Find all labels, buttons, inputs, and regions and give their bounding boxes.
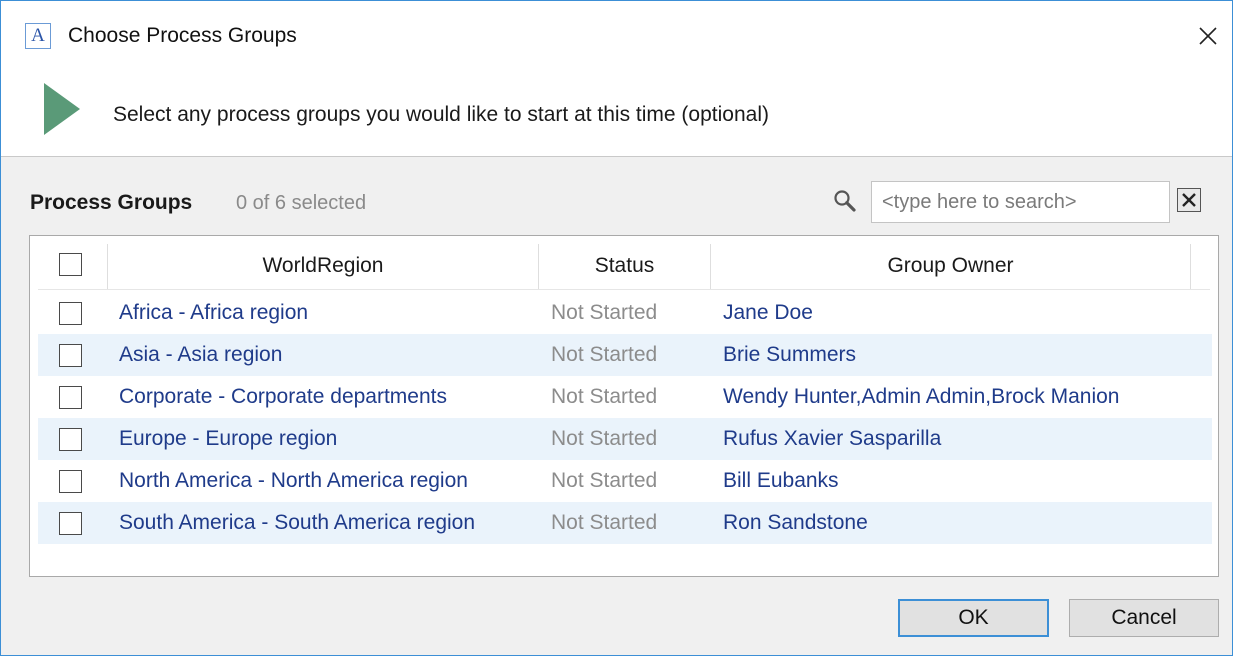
row-owner: Wendy Hunter,Admin Admin,Brock Manion bbox=[723, 385, 1120, 408]
close-button[interactable] bbox=[1185, 15, 1229, 55]
clear-icon bbox=[1182, 193, 1196, 207]
row-owner: Brie Summers bbox=[723, 343, 857, 366]
row-owner: Rufus Xavier Sasparilla bbox=[723, 427, 942, 450]
section-label: Process Groups bbox=[30, 191, 193, 214]
selected-count: 0 of 6 selected bbox=[236, 192, 367, 214]
ok-button[interactable]: OK bbox=[898, 599, 1049, 637]
row-region: South America - South America region bbox=[119, 511, 476, 534]
row-checkbox[interactable] bbox=[59, 302, 82, 325]
select-all-checkbox[interactable] bbox=[59, 253, 82, 276]
table-row[interactable]: Africa - Africa region Not Started Jane … bbox=[38, 292, 1212, 334]
header-divider bbox=[38, 289, 1210, 290]
row-status: Not Started bbox=[551, 511, 658, 534]
process-groups-grid: WorldRegion Status Group Owner Africa - … bbox=[29, 235, 1219, 577]
row-region: North America - North America region bbox=[119, 469, 468, 492]
column-divider bbox=[1190, 244, 1191, 290]
row-owner: Jane Doe bbox=[723, 301, 813, 324]
table-row[interactable]: North America - North America region Not… bbox=[38, 460, 1212, 502]
title-bar: A Choose Process Groups bbox=[1, 1, 1232, 71]
table-row[interactable]: Europe - Europe region Not Started Rufus… bbox=[38, 418, 1212, 460]
row-region: Corporate - Corporate departments bbox=[119, 385, 447, 408]
table-row[interactable]: South America - South America region Not… bbox=[38, 502, 1212, 544]
row-checkbox[interactable] bbox=[59, 344, 82, 367]
grid-header: WorldRegion Status Group Owner bbox=[30, 236, 1218, 290]
column-header-worldregion[interactable]: WorldRegion bbox=[108, 236, 538, 290]
row-status: Not Started bbox=[551, 343, 658, 366]
clear-search-button[interactable] bbox=[1177, 188, 1201, 212]
choose-process-groups-dialog: A Choose Process Groups Select any proce… bbox=[0, 0, 1233, 656]
row-owner: Bill Eubanks bbox=[723, 469, 839, 492]
row-region: Asia - Asia region bbox=[119, 343, 283, 366]
instruction-banner: Select any process groups you would like… bbox=[1, 71, 1232, 157]
search-input[interactable] bbox=[871, 181, 1170, 223]
row-checkbox[interactable] bbox=[59, 386, 82, 409]
table-row[interactable]: Asia - Asia region Not Started Brie Summ… bbox=[38, 334, 1212, 376]
column-header-status[interactable]: Status bbox=[539, 236, 710, 290]
app-icon: A bbox=[25, 23, 51, 49]
row-status: Not Started bbox=[551, 469, 658, 492]
row-region: Europe - Europe region bbox=[119, 427, 338, 450]
row-checkbox[interactable] bbox=[59, 470, 82, 493]
table-row[interactable]: Corporate - Corporate departments Not St… bbox=[38, 376, 1212, 418]
cancel-button[interactable]: Cancel bbox=[1069, 599, 1219, 637]
row-checkbox[interactable] bbox=[59, 512, 82, 535]
row-status: Not Started bbox=[551, 385, 658, 408]
play-icon bbox=[44, 83, 80, 135]
row-checkbox[interactable] bbox=[59, 428, 82, 451]
window-title: Choose Process Groups bbox=[68, 24, 297, 47]
row-region: Africa - Africa region bbox=[119, 301, 309, 324]
row-status: Not Started bbox=[551, 427, 658, 450]
column-header-group-owner[interactable]: Group Owner bbox=[711, 236, 1190, 290]
row-status: Not Started bbox=[551, 301, 658, 324]
search-icon bbox=[834, 190, 856, 212]
row-owner: Ron Sandstone bbox=[723, 511, 868, 534]
instruction-text: Select any process groups you would like… bbox=[113, 103, 769, 126]
close-icon bbox=[1199, 27, 1217, 45]
